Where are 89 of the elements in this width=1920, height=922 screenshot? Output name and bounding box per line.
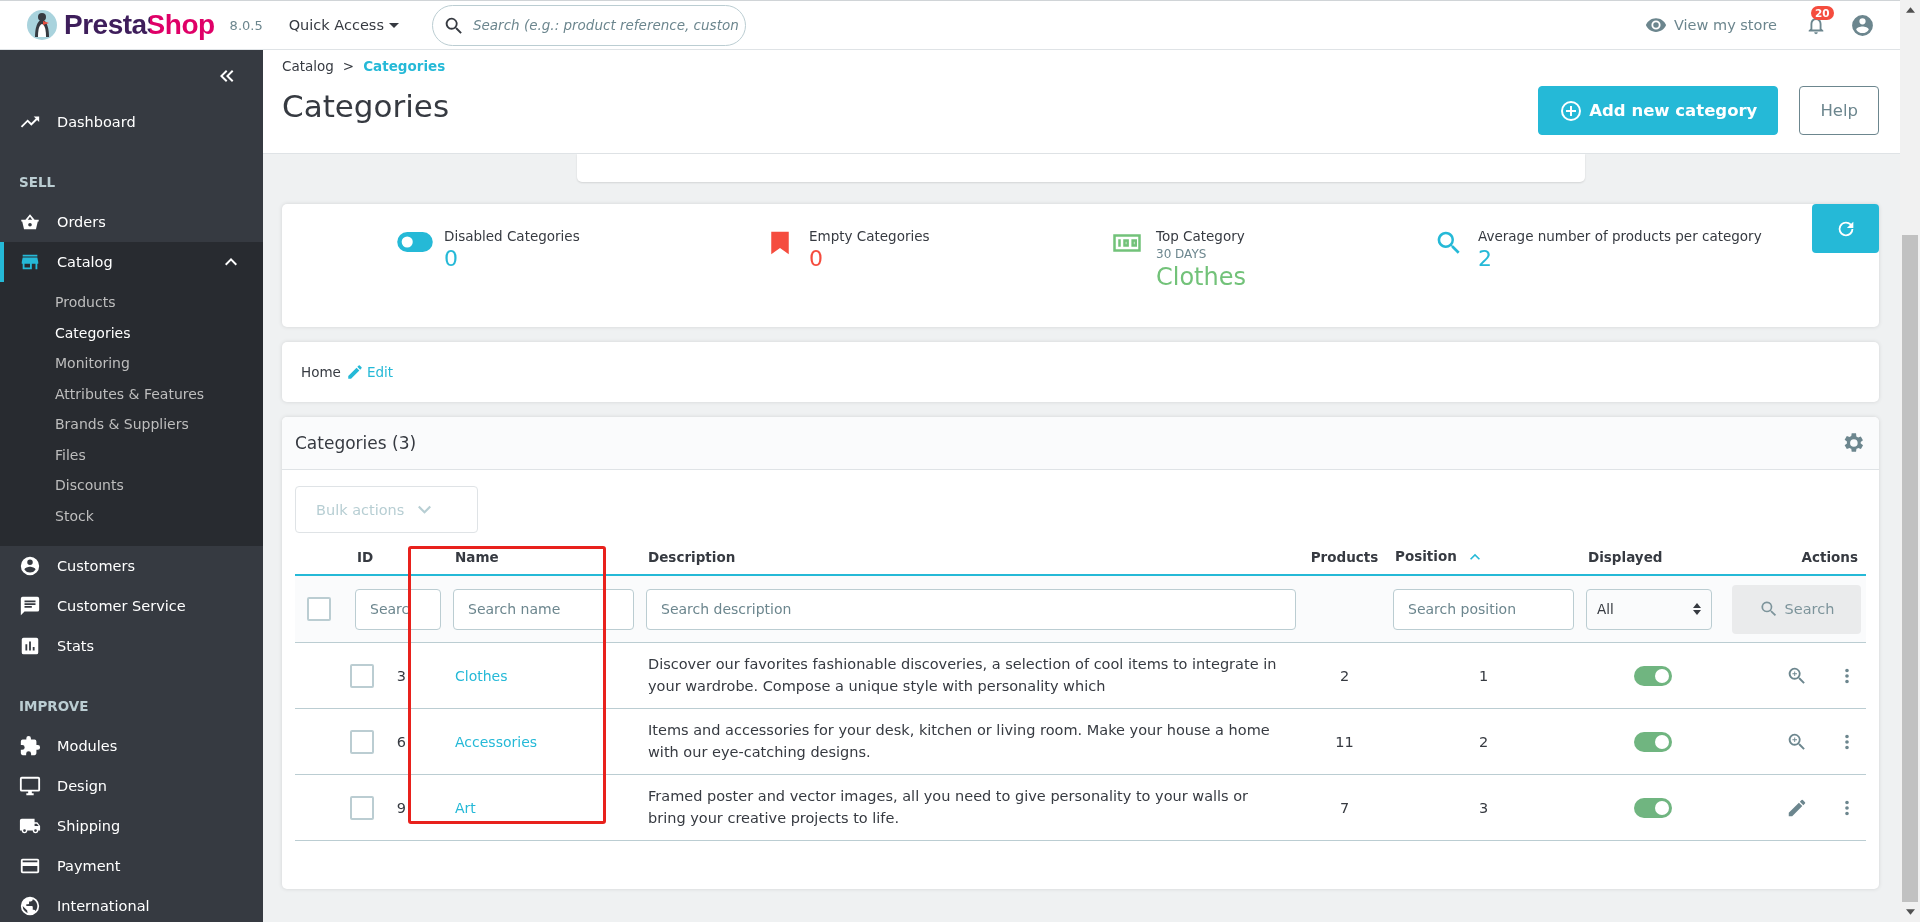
logo-icon[interactable] (26, 9, 58, 41)
column-header[interactable]: Position (1395, 547, 1457, 564)
scroll-up-icon[interactable] (1905, 7, 1915, 13)
submenu-item[interactable]: Discounts (0, 470, 263, 501)
column-header[interactable]: Description (648, 548, 736, 565)
table-cell: 11 (1335, 733, 1354, 750)
globe-icon (19, 895, 41, 917)
panel-title: Categories (3) (295, 433, 417, 453)
section-heading: IMPROVE (18, 697, 90, 716)
id-filter-field[interactable]: Searc (355, 588, 441, 630)
category-description: Items and accessories for your desk, kitchen or living room. Make your house a home with our eye-catching designs. (648, 721, 1271, 762)
sidebar-item[interactable]: Orders (0, 202, 263, 242)
category-description: Framed poster and vector images, all you need to give personality to your walls or bring your creative projects to life. (648, 787, 1250, 828)
refresh-button[interactable] (1812, 204, 1879, 253)
caret-icon (388, 22, 399, 28)
column-header[interactable]: Products (1310, 548, 1379, 565)
row-checkbox[interactable] (350, 795, 374, 820)
sidebar-item[interactable]: Stats (0, 626, 263, 666)
name-filter-field[interactable]: Search name (453, 588, 634, 630)
chart-icon (19, 635, 41, 657)
plus-icon (1559, 98, 1584, 123)
kpi-label: Disabled Categories (444, 228, 580, 244)
sidebar-item[interactable]: Payment (0, 846, 263, 886)
monitor-icon (19, 775, 41, 797)
table-cell: 3 (1478, 799, 1489, 816)
pencil-icon (345, 363, 364, 381)
sidebar-item[interactable]: International (0, 886, 263, 922)
displayed-toggle[interactable] (1634, 665, 1672, 686)
submenu-item[interactable]: Brands & Suppliers (0, 409, 263, 440)
sidebar-item[interactable]: Design (0, 766, 263, 806)
submenu-item[interactable]: Stock (0, 500, 263, 531)
column-header[interactable]: Actions (1801, 548, 1858, 565)
chat-icon (19, 595, 41, 617)
scrollbar[interactable] (1900, 0, 1920, 922)
sidebar-item[interactable]: Customers (0, 546, 263, 586)
row-checkbox[interactable] (350, 729, 374, 754)
help-button[interactable]: Help (1799, 86, 1879, 135)
submenu-item[interactable]: Monitoring (0, 348, 263, 379)
sidebar-item[interactable]: Dashboard (0, 102, 263, 142)
breadcrumb-separator: > (342, 58, 355, 74)
column-header[interactable]: Name (455, 548, 499, 565)
version-label: 8.0.5 (229, 17, 263, 33)
row-checkbox[interactable] (350, 663, 374, 688)
submenu-item[interactable]: Attributes & Features (0, 378, 263, 409)
column-header[interactable]: Displayed (1588, 548, 1663, 565)
search-field[interactable]: Search (e.g.: product reference, custon (431, 4, 746, 46)
sidebar-item[interactable]: Customer Service (0, 586, 263, 626)
kpi-value: 0 (444, 246, 459, 271)
table-cell: 1 (1478, 667, 1489, 684)
table-cell: 2 (1339, 667, 1350, 684)
section-heading: SELL (18, 173, 57, 192)
submenu-item[interactable]: Products (0, 287, 263, 318)
submenu-item[interactable]: Categories (0, 317, 263, 348)
kpi-label: Average number of products per category (1478, 228, 1762, 244)
displayed-filter-select[interactable]: All (1586, 588, 1712, 630)
breadcrumb-link[interactable]: Catalog (282, 58, 334, 74)
page-title: Categories (282, 88, 450, 124)
chevron-down-icon (418, 505, 432, 514)
table-cell: 9 (396, 799, 406, 816)
quick-access-menu[interactable]: Quick Access (288, 17, 399, 33)
displayed-toggle[interactable] (1634, 731, 1672, 752)
account-icon[interactable] (1850, 12, 1875, 38)
table-cell: 7 (1339, 799, 1350, 816)
kpi-value: 0 (809, 246, 824, 271)
kpi-value: Clothes (1156, 263, 1246, 291)
kpi-value: 2 (1478, 246, 1493, 271)
sidebar-item[interactable]: Modules (0, 726, 263, 766)
table-cell: 6 (396, 733, 406, 750)
scroll-down-icon[interactable] (1905, 909, 1915, 915)
notification-count: 20 (1811, 6, 1834, 20)
table-cell: 2 (1478, 733, 1489, 750)
description-filter-field[interactable]: Search description (646, 588, 1296, 630)
position-filter-field[interactable]: Search position (1393, 588, 1574, 630)
select-all-checkbox[interactable] (307, 597, 331, 621)
table-cell: 3 (396, 667, 406, 684)
category-description: Discover our favorites fashionable discoveries, a selection of cool items to integrate in your wardrobe. Compose a unique style with personality which (648, 655, 1278, 696)
sidebar-item[interactable]: Shipping (0, 806, 263, 846)
view-store-link[interactable]: View my store (1645, 14, 1777, 36)
column-header[interactable]: ID (357, 548, 374, 565)
submenu-item[interactable]: Files (0, 439, 263, 470)
category-path: Home (301, 364, 341, 380)
kpi-label: Empty Categories (809, 228, 930, 244)
account-icon (19, 555, 41, 577)
kpi-label: Top Category (1156, 228, 1246, 244)
kpi-period: 30 DAYS (1156, 247, 1208, 261)
displayed-toggle[interactable] (1634, 797, 1672, 818)
sort-arrows-icon (1693, 603, 1701, 615)
puzzle-icon (19, 735, 41, 757)
scrollbar-thumb[interactable] (1902, 235, 1918, 902)
